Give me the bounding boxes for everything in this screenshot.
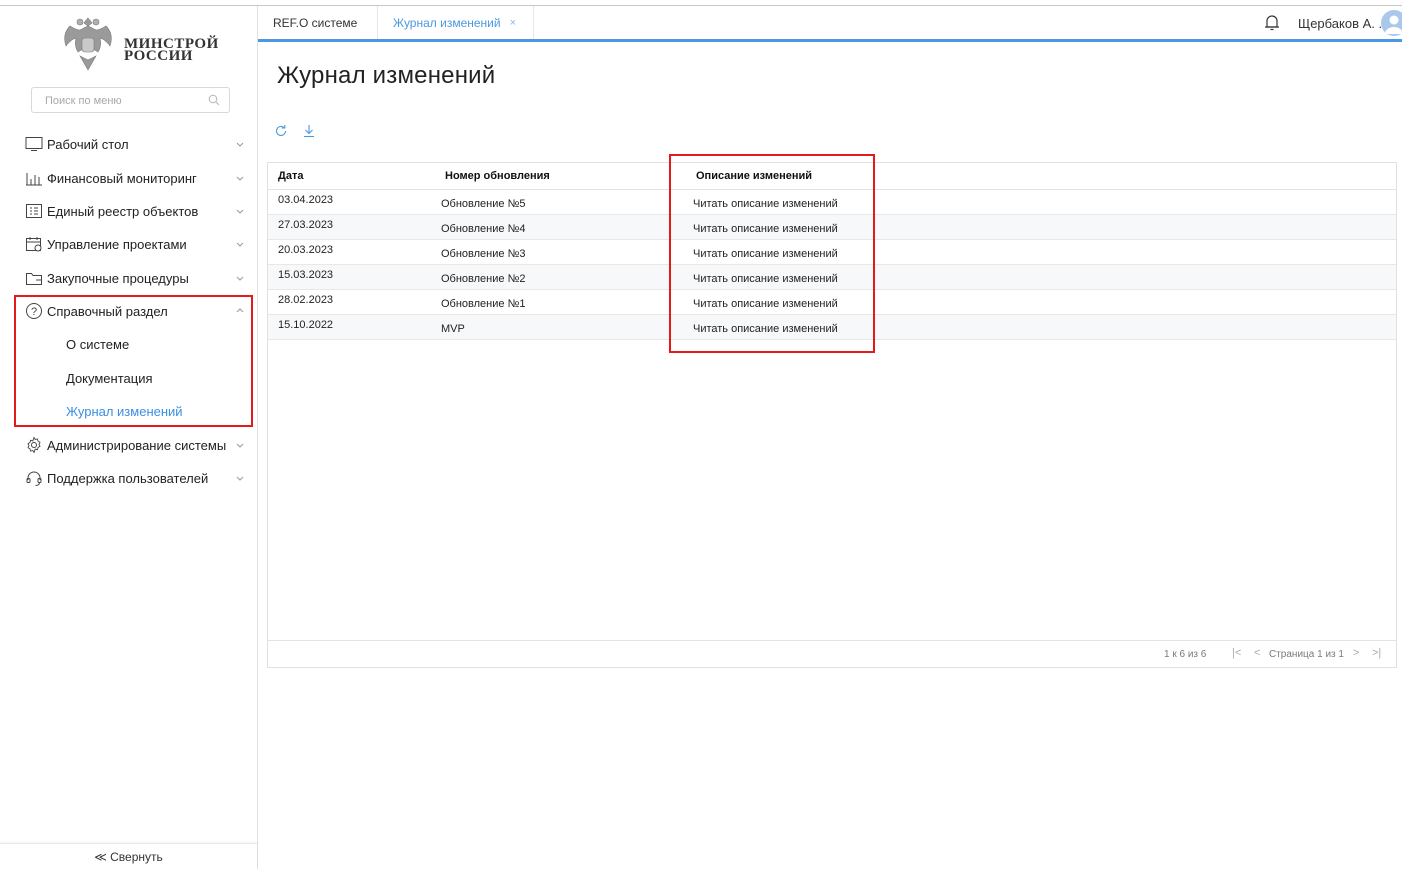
chevron-down-icon: [236, 476, 244, 481]
download-icon[interactable]: [302, 124, 316, 138]
sidebar-item-desktop[interactable]: Рабочий стол: [24, 132, 246, 156]
desktop-icon: [24, 135, 44, 153]
bell-icon[interactable]: [1264, 14, 1280, 32]
chevron-down-icon: [236, 443, 244, 448]
sidebar-item-administration[interactable]: Администрирование системы: [24, 433, 246, 457]
menu-search[interactable]: [31, 87, 230, 113]
chevron-down-icon: [236, 176, 244, 181]
collapse-sidebar-button[interactable]: ≪ Свернуть: [0, 843, 257, 870]
prev-page-button[interactable]: <: [1254, 647, 1260, 659]
cell-date: 28.02.2023: [278, 294, 334, 306]
tab-label: REF.О системе: [273, 15, 358, 30]
sidebar-item-label: Единый реестр объектов: [47, 203, 199, 219]
page-title: Журнал изменений: [277, 62, 496, 89]
registry-icon: [24, 202, 44, 220]
sidebar-item-label: Рабочий стол: [47, 136, 129, 152]
sidebar-item-label: Администрирование системы: [47, 437, 227, 453]
sidebar-item-label: Закупочные процедуры: [47, 270, 189, 286]
logo-text: МИНСТРОЙ РОССИИ: [124, 36, 219, 64]
sidebar-item-financial-monitoring[interactable]: Финансовый мониторинг: [24, 166, 246, 190]
chevron-down-icon: [236, 242, 244, 247]
tab-label: Журнал изменений: [393, 15, 501, 30]
cell-date: 03.04.2023: [278, 194, 334, 206]
sidebar-item-procurement[interactable]: Закупочные процедуры: [24, 266, 246, 290]
close-icon[interactable]: ×: [510, 17, 516, 29]
cell-date: 27.03.2023: [278, 219, 334, 231]
gear-icon: [24, 436, 44, 454]
user-icon: [1385, 15, 1402, 34]
chevron-down-icon: [236, 276, 244, 281]
cell-date: 15.10.2022: [278, 319, 334, 331]
emblem-logo: [64, 17, 112, 71]
avatar[interactable]: [1381, 10, 1402, 36]
tab-about-system[interactable]: REF.О системе: [273, 6, 357, 39]
folder-icon: [24, 269, 44, 287]
refresh-icon[interactable]: [274, 124, 288, 138]
chevron-down-icon: [236, 142, 244, 147]
headset-icon: [24, 469, 44, 487]
sidebar-item-registry[interactable]: Единый реестр объектов: [24, 199, 246, 223]
cell-update: MVP: [441, 323, 465, 335]
user-name[interactable]: Щербаков А. ...: [1298, 16, 1389, 31]
table-footer: [268, 640, 1396, 667]
highlight-box-description: [669, 154, 875, 353]
sidebar-item-project-management[interactable]: Управление проектами: [24, 232, 246, 256]
cell-update: Обновление №4: [441, 223, 526, 235]
collapse-label: ≪ Свернуть: [94, 850, 163, 864]
cell-date: 15.03.2023: [278, 269, 334, 281]
sidebar-item-label: Финансовый мониторинг: [47, 170, 197, 186]
cell-update: Обновление №1: [441, 298, 526, 310]
cell-update: Обновление №2: [441, 273, 526, 285]
cell-update: Обновление №3: [441, 248, 526, 260]
highlight-box-sidebar: [14, 295, 253, 427]
first-page-button[interactable]: |<: [1232, 647, 1241, 659]
calendar-icon: [24, 235, 44, 253]
sidebar-item-support[interactable]: Поддержка пользователей: [24, 466, 246, 490]
sidebar-item-label: Поддержка пользователей: [47, 470, 209, 486]
next-page-button[interactable]: >: [1353, 647, 1359, 659]
last-page-button[interactable]: >|: [1372, 647, 1381, 659]
search-input[interactable]: [43, 89, 207, 113]
tab-changelog[interactable]: Журнал изменений ×: [377, 6, 534, 39]
cell-date: 20.03.2023: [278, 244, 334, 256]
page-indicator: Страница 1 из 1: [1269, 649, 1344, 660]
column-header-date[interactable]: Дата: [278, 170, 303, 182]
chevron-down-icon: [236, 209, 244, 214]
search-icon[interactable]: [208, 94, 220, 106]
column-header-update[interactable]: Номер обновления: [445, 170, 550, 182]
cell-update: Обновление №5: [441, 198, 526, 210]
bar-chart-icon: [24, 169, 44, 187]
sidebar-item-label: Управление проектами: [47, 236, 187, 252]
row-range-text: 1 к 6 из 6: [1164, 649, 1207, 660]
